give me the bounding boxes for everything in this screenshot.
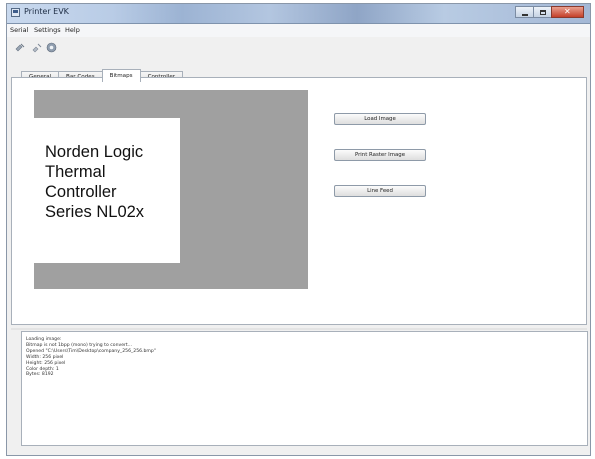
minimize-button[interactable] — [515, 6, 534, 18]
bitmaps-panel: Norden Logic Thermal Controller Series N… — [11, 77, 587, 325]
menu-serial[interactable]: Serial — [10, 26, 28, 34]
toolbar — [7, 38, 590, 58]
tab-bitmaps[interactable]: Bitmaps — [101, 69, 141, 82]
settings-icon[interactable] — [46, 42, 57, 53]
app-icon — [11, 8, 20, 17]
preview-line: Controller — [45, 183, 117, 201]
close-button[interactable] — [551, 6, 584, 18]
print-raster-image-button[interactable]: Print Raster Image — [334, 149, 426, 161]
log-output[interactable]: Loading image: Bitmap is not 1bpp (mono)… — [21, 331, 588, 446]
load-image-button[interactable]: Load Image — [334, 113, 426, 125]
menu-settings[interactable]: Settings — [34, 26, 61, 34]
disconnect-icon[interactable] — [32, 42, 43, 53]
bitmap-preview: Norden Logic Thermal Controller Series N… — [34, 118, 180, 263]
title-bar[interactable]: Printer EVK — [7, 4, 590, 24]
preview-line: Series NL02x — [45, 203, 145, 221]
preview-line: Thermal — [45, 163, 106, 181]
line-feed-button[interactable]: Line Feed — [334, 185, 426, 197]
preview-text: Norden Logic Thermal Controller Series N… — [45, 142, 178, 222]
bitmap-canvas: Norden Logic Thermal Controller Series N… — [34, 90, 308, 289]
window-title: Printer EVK — [24, 7, 69, 16]
preview-line: Norden Logic — [45, 143, 144, 161]
window-controls — [515, 6, 584, 19]
maximize-button[interactable] — [533, 6, 552, 18]
menu-help[interactable]: Help — [65, 26, 80, 34]
connect-icon[interactable] — [15, 42, 26, 53]
menu-bar: Serial Settings Help — [7, 24, 590, 37]
log-line: Bytes: 8192 — [26, 372, 54, 378]
splitter-handle[interactable] — [11, 328, 587, 330]
